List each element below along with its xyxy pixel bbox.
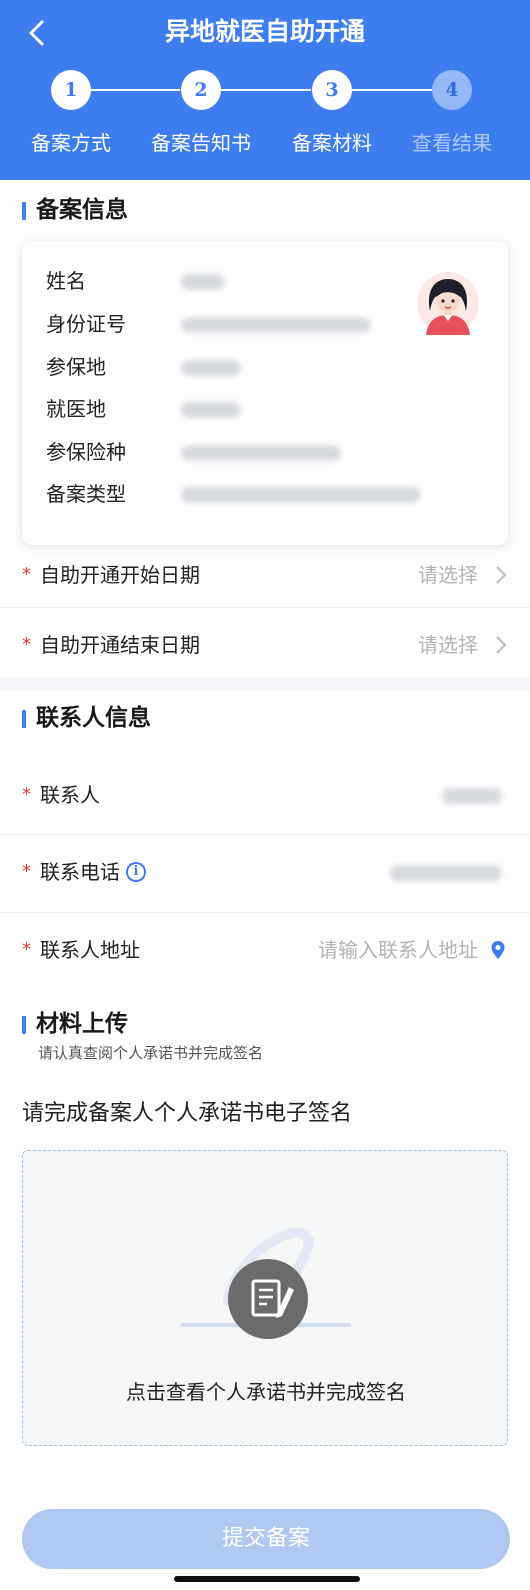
- step-3-label: 备案材料: [292, 131, 372, 155]
- step-indicator: 1 2 3 4 备案方式 备案告知书 备案材料 查看结果: [0, 70, 530, 180]
- section-divider: [0, 678, 530, 690]
- required-mark: *: [22, 939, 31, 960]
- filing-info-title: 备案信息: [22, 194, 128, 226]
- contact-info-title: 联系人信息: [22, 702, 151, 734]
- blurred-value: [181, 274, 225, 290]
- page-title: 异地就医自助开通: [164, 17, 365, 46]
- info-row-filing-type: 备案类型: [46, 478, 486, 510]
- step-2-label: 备案告知书: [151, 131, 251, 155]
- end-date-row[interactable]: * 自助开通结束日期 请选择: [0, 608, 530, 678]
- info-label: 姓名: [46, 269, 86, 293]
- upload-caption: 点击查看个人承诺书并完成签名: [126, 1380, 406, 1404]
- required-mark: *: [22, 564, 31, 585]
- start-date-label: 自助开通开始日期: [40, 563, 200, 587]
- sign-document-icon: [181, 1227, 351, 1339]
- step-1-label: 备案方式: [31, 131, 111, 155]
- contact-phone-label: 联系电话: [40, 860, 120, 884]
- filing-info-card: 姓名 身份证号 参保地 就医地 参保险种 备案类型: [22, 241, 508, 545]
- contact-address-input[interactable]: 请输入联系人地址: [318, 935, 478, 965]
- blurred-value: [181, 317, 371, 333]
- signature-upload-area[interactable]: 点击查看个人承诺书并完成签名: [22, 1150, 508, 1446]
- info-label: 备案类型: [46, 482, 126, 506]
- contact-name-row[interactable]: * 联系人: [0, 758, 530, 835]
- info-label: 参保地: [46, 355, 106, 379]
- contact-phone-row[interactable]: * 联系电话 i: [0, 835, 530, 913]
- materials-hint: 请认真查阅个人承诺书并完成签名: [38, 1044, 264, 1062]
- info-row-medical-place: 就医地: [46, 393, 486, 425]
- step-connector: [90, 89, 180, 91]
- start-date-value: 请选择: [418, 563, 478, 587]
- info-label: 身份证号: [46, 312, 126, 336]
- chevron-right-icon: [496, 566, 507, 584]
- blurred-value: [181, 402, 241, 418]
- sign-title: 请完成备案人个人承诺书电子签名: [22, 1101, 353, 1126]
- step-3-circle: 3: [312, 70, 352, 110]
- step-4-circle: 4: [432, 70, 472, 110]
- blurred-value: [181, 360, 241, 376]
- contact-name-value: [442, 788, 502, 804]
- female-avatar-icon: [416, 271, 480, 335]
- step-connector: [221, 89, 311, 91]
- materials-title: 材料上传: [22, 1008, 128, 1040]
- step-4-label: 查看结果: [412, 131, 492, 155]
- info-row-insurance-type: 参保险种: [46, 436, 486, 468]
- contact-address-row[interactable]: * 联系人地址 请输入联系人地址: [0, 913, 530, 993]
- chevron-right-icon: [496, 636, 507, 654]
- contact-name-label: 联系人: [40, 783, 100, 807]
- step-2-circle: 2: [181, 70, 221, 110]
- start-date-row[interactable]: * 自助开通开始日期 请选择: [0, 542, 530, 608]
- info-row-insured-place: 参保地: [46, 351, 486, 383]
- submit-filing-button[interactable]: 提交备案: [22, 1509, 510, 1569]
- end-date-label: 自助开通结束日期: [40, 633, 200, 657]
- location-pin-icon[interactable]: [490, 940, 506, 960]
- info-label: 就医地: [46, 397, 106, 421]
- end-date-value: 请选择: [418, 633, 478, 657]
- required-mark: *: [22, 861, 31, 882]
- blurred-value: [181, 487, 421, 503]
- step-1-circle: 1: [51, 70, 91, 110]
- info-label: 参保险种: [46, 440, 126, 464]
- contact-phone-value: [390, 865, 502, 881]
- required-mark: *: [22, 784, 31, 805]
- contact-address-label: 联系人地址: [40, 938, 140, 962]
- info-icon[interactable]: i: [126, 862, 146, 882]
- required-mark: *: [22, 634, 31, 655]
- blurred-value: [181, 445, 341, 461]
- step-connector: [352, 89, 432, 91]
- home-indicator: [174, 1576, 360, 1582]
- top-header: 异地就医自助开通 1 2 3 4 备案方式 备案告知书 备案材料 查看结果: [0, 0, 530, 180]
